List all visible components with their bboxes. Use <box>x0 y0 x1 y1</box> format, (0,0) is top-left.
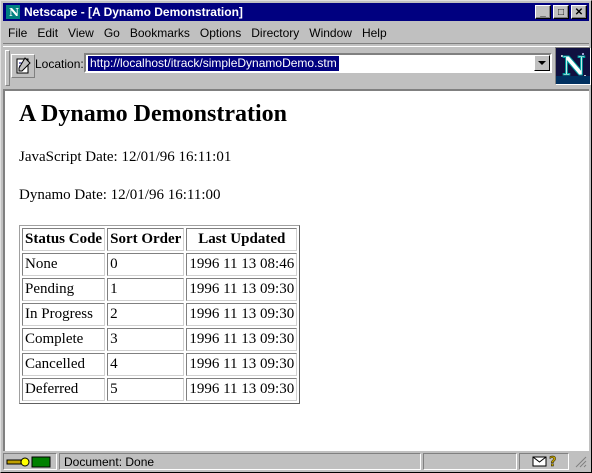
minimize-button[interactable]: _ <box>535 5 551 19</box>
table-cell: 1996 11 13 09:30 <box>186 303 298 326</box>
menu-view[interactable]: View <box>63 26 99 40</box>
browser-window: N Netscape - [A Dynamo Demonstration] _ … <box>0 0 592 473</box>
menu-file[interactable]: File <box>3 26 32 40</box>
toolbar-grip[interactable] <box>5 50 10 86</box>
security-key-icon <box>6 456 51 468</box>
dynamo-date: Dynamo Date: 12/01/96 16:11:00 <box>19 187 221 203</box>
table-cell: 1996 11 13 09:30 <box>186 328 298 351</box>
security-indicator[interactable] <box>3 453 57 470</box>
close-icon: ✕ <box>574 6 584 18</box>
svg-text:?: ? <box>549 455 557 468</box>
mail-icon[interactable] <box>532 455 548 468</box>
column-header: Sort Order <box>107 228 185 251</box>
table-cell: Pending <box>22 278 106 301</box>
menu-bar: File Edit View Go Bookmarks Options Dire… <box>3 23 589 42</box>
maximize-icon: □ <box>557 6 565 18</box>
bookmark-quickfile-button[interactable] <box>11 54 35 78</box>
table-cell: Cancelled <box>22 353 106 376</box>
column-header: Status Code <box>22 228 106 251</box>
title-bar: N Netscape - [A Dynamo Demonstration] _ … <box>3 3 589 21</box>
table-row: Complete 3 1996 11 13 09:30 <box>22 328 298 351</box>
location-toolbar: Location: http://localhost/itrack/simple… <box>3 46 591 88</box>
table-header-row: Status Code Sort Order Last Updated <box>22 228 298 251</box>
location-url[interactable]: http://localhost/itrack/simpleDynamoDemo… <box>88 56 339 71</box>
table-cell: 1996 11 13 08:46 <box>186 253 298 276</box>
chevron-down-icon <box>538 60 546 65</box>
table-cell: 4 <box>107 353 185 376</box>
minimize-icon: _ <box>540 6 546 18</box>
menu-options[interactable]: Options <box>195 26 246 40</box>
netscape-app-icon: N <box>6 5 20 19</box>
table-cell: 1996 11 13 09:30 <box>186 278 298 301</box>
bookmark-icon <box>16 57 31 74</box>
help-icon[interactable]: ? <box>548 454 560 468</box>
resize-grip[interactable] <box>573 454 587 469</box>
svg-text:N: N <box>9 6 19 19</box>
menu-directory[interactable]: Directory <box>246 26 304 40</box>
menu-edit[interactable]: Edit <box>32 26 63 40</box>
page-heading: A Dynamo Demonstration <box>19 101 287 127</box>
status-icons: ? <box>519 453 569 470</box>
table-row: Pending 1 1996 11 13 09:30 <box>22 278 298 301</box>
location-dropdown-button[interactable] <box>534 55 550 71</box>
location-label: Location: <box>35 57 84 71</box>
table-cell: 3 <box>107 328 185 351</box>
progress-area <box>423 453 517 470</box>
table-row: In Progress 2 1996 11 13 09:30 <box>22 303 298 326</box>
table-cell: Deferred <box>22 378 106 401</box>
status-bar: Document: Done ? <box>3 452 589 471</box>
maximize-button[interactable]: □ <box>553 5 569 19</box>
menu-help[interactable]: Help <box>357 26 392 40</box>
table-cell: 1996 11 13 09:30 <box>186 378 298 401</box>
table-cell: 2 <box>107 303 185 326</box>
table-cell: 0 <box>107 253 185 276</box>
svg-text:N: N <box>562 52 586 82</box>
menu-bookmarks[interactable]: Bookmarks <box>125 26 195 40</box>
menu-window[interactable]: Window <box>304 26 357 40</box>
status-table: Status Code Sort Order Last Updated None… <box>19 225 301 404</box>
table-cell: 1996 11 13 09:30 <box>186 353 298 376</box>
status-message-area: Document: Done <box>59 453 421 470</box>
table-row: Deferred 5 1996 11 13 09:30 <box>22 378 298 401</box>
location-input[interactable]: http://localhost/itrack/simpleDynamoDemo… <box>84 53 552 73</box>
javascript-date: JavaScript Date: 12/01/96 16:11:01 <box>19 149 232 165</box>
menu-go[interactable]: Go <box>99 26 125 40</box>
page-content[interactable]: A Dynamo Demonstration JavaScript Date: … <box>3 89 589 451</box>
table-cell: In Progress <box>22 303 106 326</box>
netscape-logo[interactable]: N <box>555 47 591 85</box>
table-cell: 5 <box>107 378 185 401</box>
table-cell: 1 <box>107 278 185 301</box>
table-row: Cancelled 4 1996 11 13 09:30 <box>22 353 298 376</box>
table-cell: None <box>22 253 106 276</box>
column-header: Last Updated <box>186 228 298 251</box>
netscape-logo-icon: N <box>556 48 590 84</box>
status-text: Document: Done <box>64 455 155 469</box>
window-title: Netscape - [A Dynamo Demonstration] <box>24 5 243 19</box>
table-cell: Complete <box>22 328 106 351</box>
close-button[interactable]: ✕ <box>571 5 587 19</box>
table-row: None 0 1996 11 13 08:46 <box>22 253 298 276</box>
